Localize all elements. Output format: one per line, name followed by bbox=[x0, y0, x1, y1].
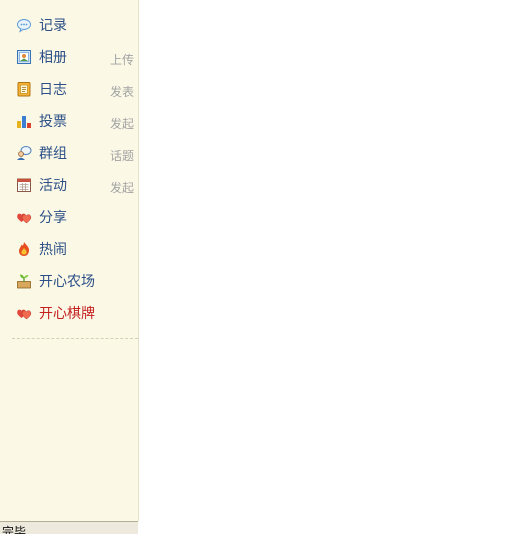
sidebar-item-label: 热闹 bbox=[39, 242, 67, 258]
sidebar-item-happy-cards[interactable]: 开心棋牌 bbox=[0, 296, 138, 328]
sidebar-item-label: 活动 bbox=[39, 178, 67, 194]
flame-icon bbox=[19, 242, 30, 256]
photo-album-icon bbox=[17, 50, 31, 64]
sidebar-divider bbox=[12, 338, 138, 339]
sidebar-item-hint[interactable]: 发起 bbox=[110, 115, 134, 132]
sidebar-item-hint[interactable]: 上传 bbox=[110, 51, 134, 68]
group-chat-icon bbox=[17, 146, 32, 160]
sidebar-menu: 记录 相册 上传 日志 发表 投票 发起 群组 话题 活动 发起 分享 热闹 开… bbox=[0, 0, 138, 328]
sidebar-item-label: 日志 bbox=[39, 82, 67, 98]
sidebar-item-blog[interactable]: 日志 发表 bbox=[0, 72, 138, 104]
sidebar-item-label: 群组 bbox=[39, 146, 67, 162]
sidebar-item-label: 开心棋牌 bbox=[39, 306, 95, 322]
sidebar-item-hint[interactable]: 话题 bbox=[110, 147, 134, 164]
sidebar-item-label: 开心农场 bbox=[39, 274, 95, 290]
sidebar-item-happy-farm[interactable]: 开心农场 bbox=[0, 264, 138, 296]
sidebar-item-label: 分享 bbox=[39, 210, 67, 226]
calendar-icon bbox=[17, 178, 31, 192]
sidebar-item-records[interactable]: 记录 bbox=[0, 8, 138, 40]
notebook-icon bbox=[17, 82, 31, 97]
heart-share-icon bbox=[17, 213, 32, 224]
sidebar-item-album[interactable]: 相册 上传 bbox=[0, 40, 138, 72]
sidebar-item-lively[interactable]: 热闹 bbox=[0, 232, 138, 264]
sidebar-item-label: 记录 bbox=[39, 18, 67, 34]
sidebar: 记录 相册 上传 日志 发表 投票 发起 群组 话题 活动 发起 分享 热闹 开… bbox=[0, 0, 139, 521]
sidebar-item-share[interactable]: 分享 bbox=[0, 200, 138, 232]
bar-chart-icon bbox=[17, 116, 31, 128]
farm-sprout-icon bbox=[17, 274, 31, 289]
sidebar-item-hint[interactable]: 发起 bbox=[110, 179, 134, 196]
sidebar-item-hint[interactable]: 发表 bbox=[110, 83, 134, 100]
sidebar-item-label: 相册 bbox=[39, 50, 67, 66]
heart-cards-icon bbox=[17, 309, 32, 320]
status-bar: 完毕 bbox=[0, 521, 138, 534]
sidebar-item-groups[interactable]: 群组 话题 bbox=[0, 136, 138, 168]
sidebar-item-events[interactable]: 活动 发起 bbox=[0, 168, 138, 200]
speech-bubble-icon bbox=[17, 19, 31, 33]
sidebar-item-vote[interactable]: 投票 发起 bbox=[0, 104, 138, 136]
sidebar-item-label: 投票 bbox=[39, 114, 67, 130]
